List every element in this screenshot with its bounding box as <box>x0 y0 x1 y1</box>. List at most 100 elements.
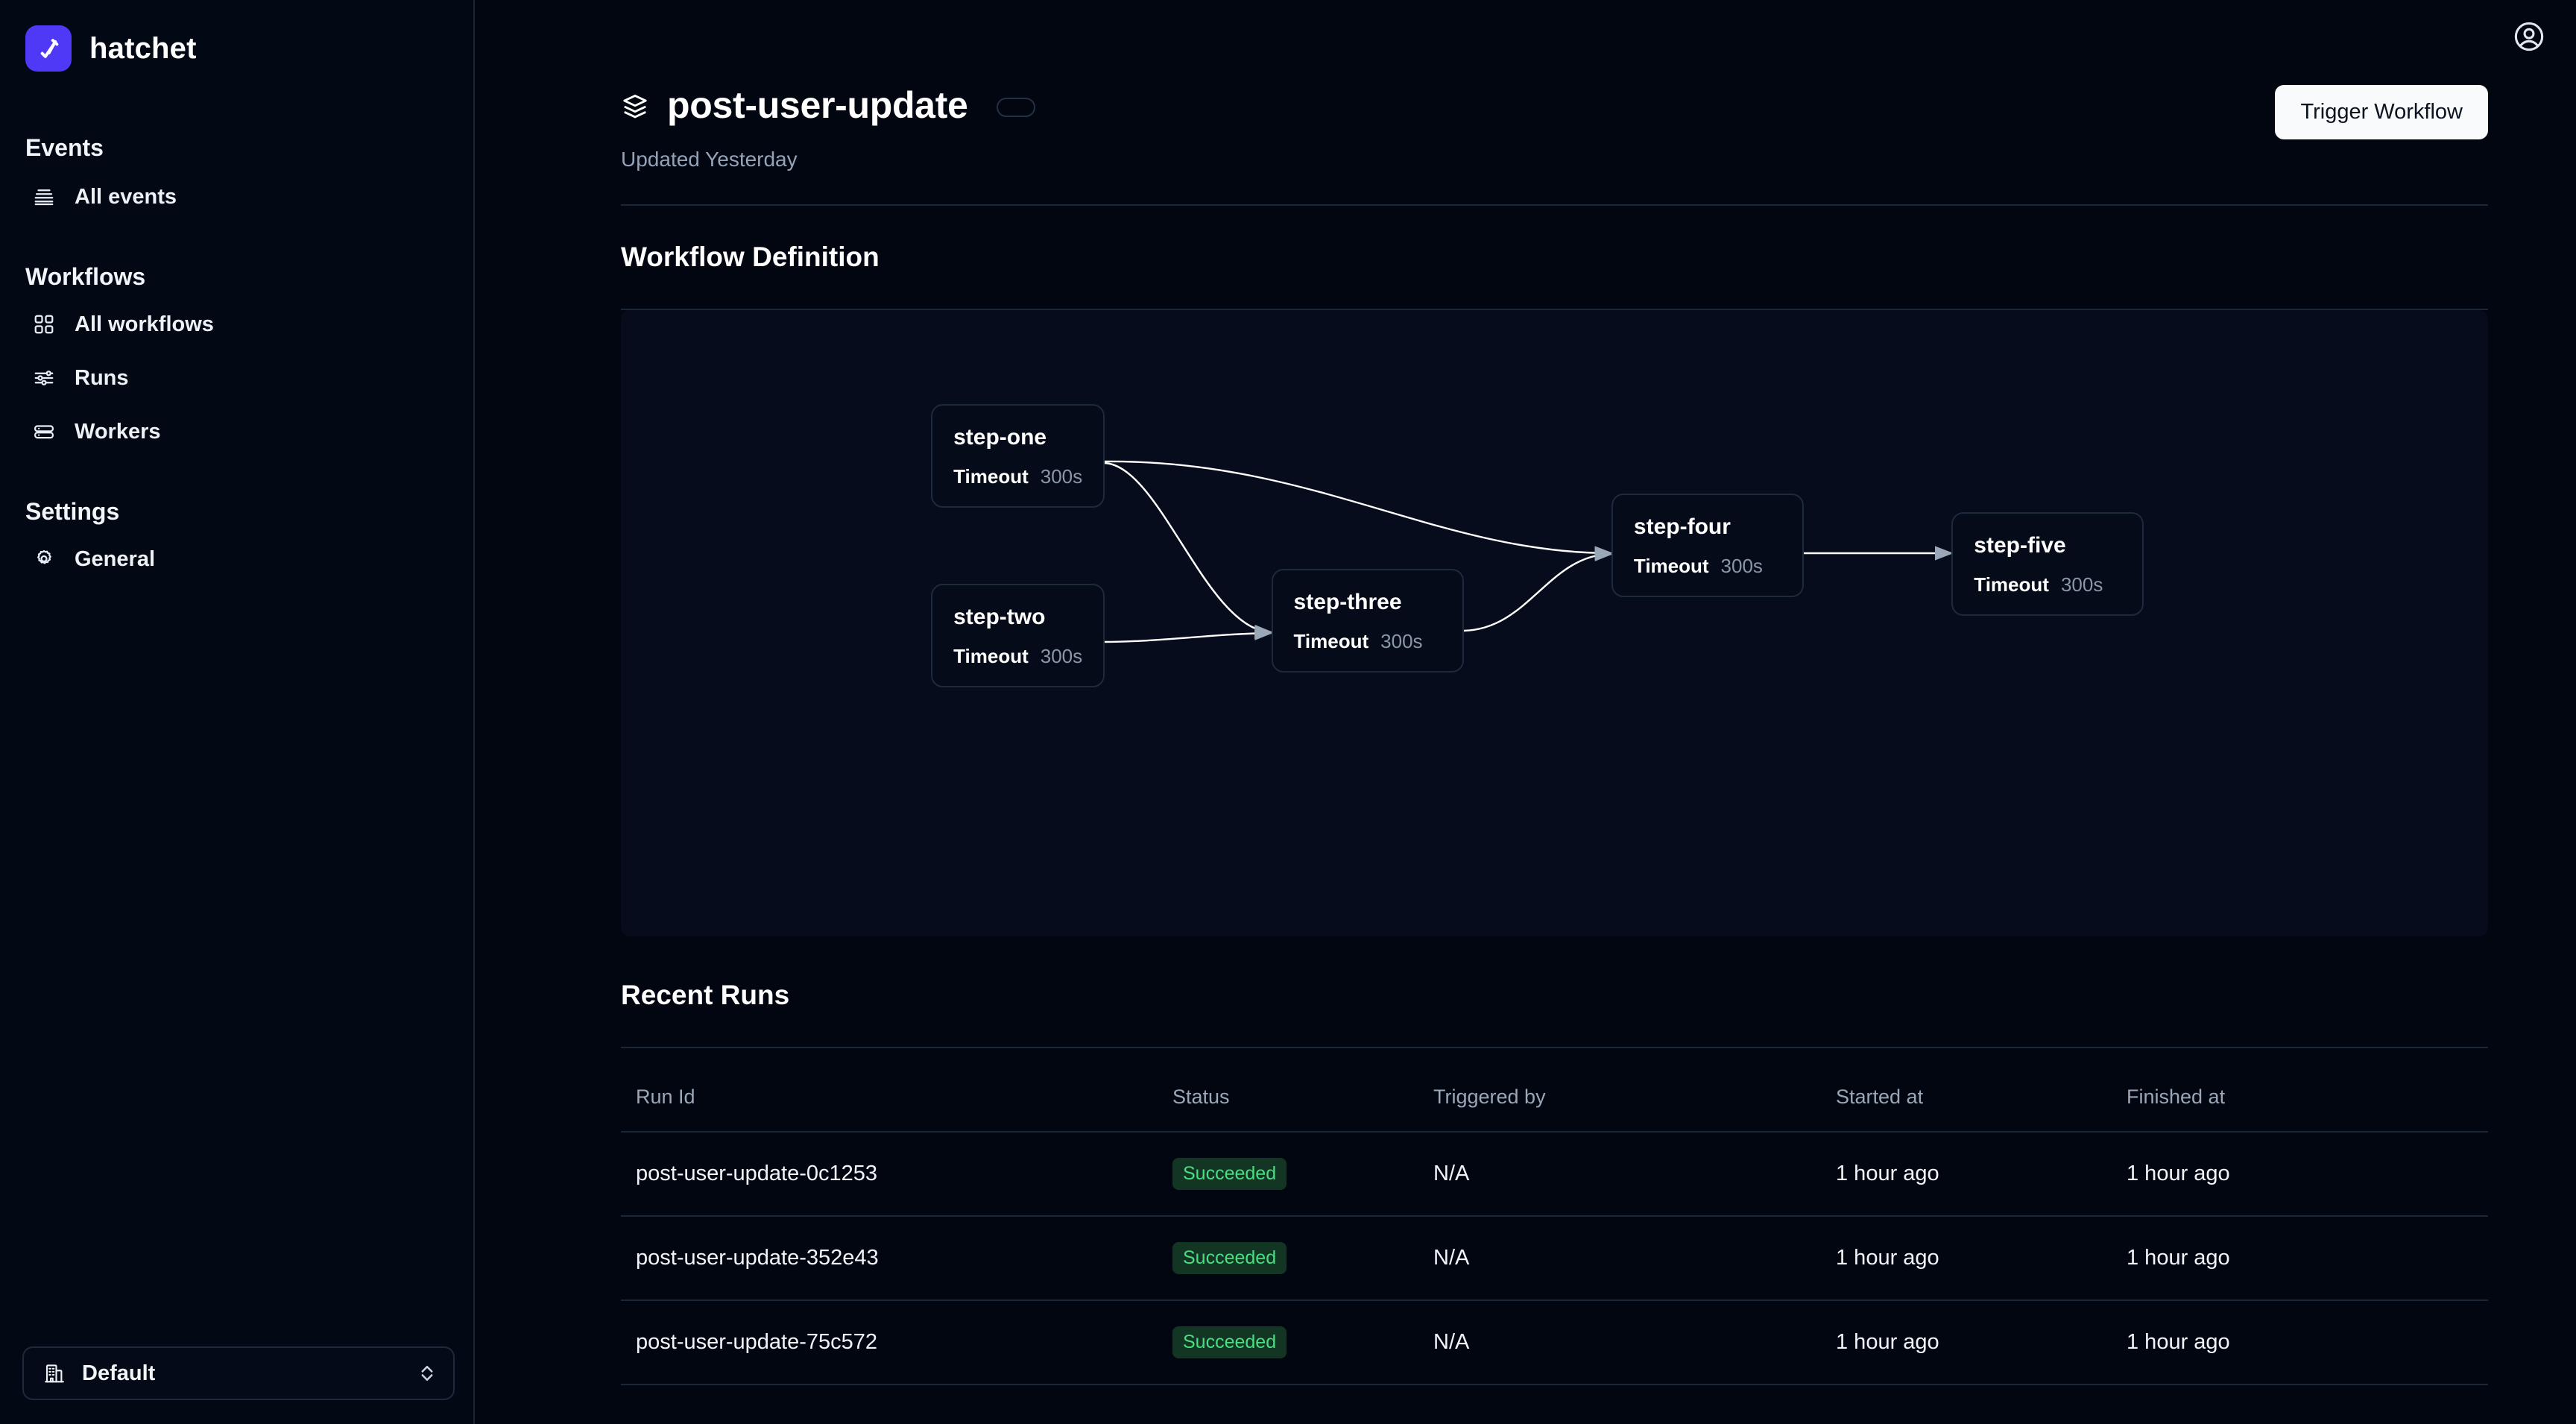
chevron-up-down-icon <box>416 1362 434 1384</box>
sidebar-item-label: All events <box>75 184 177 209</box>
sidebar-item-label: Workers <box>75 419 161 444</box>
main-content: post-user-update Updated Yesterday Trigg… <box>475 0 2576 1424</box>
cell-triggered-by: N/A <box>1433 1300 1836 1385</box>
cell-run-id: post-user-update-0c1253 <box>621 1132 1172 1217</box>
sidebar-item-runs[interactable]: Runs <box>18 358 455 398</box>
table-header-row: Run Id Status Triggered by Started at Fi… <box>621 1074 2488 1132</box>
column-header-started-at[interactable]: Started at <box>1836 1074 2127 1132</box>
status-badge <box>996 98 1035 117</box>
workflow-node[interactable]: step-four Timeout 300s <box>1611 494 1805 597</box>
table-row[interactable]: post-user-update-0c1253 Succeeded N/A 1 … <box>621 1132 2488 1217</box>
table-row[interactable]: post-user-update-352e43 Succeeded N/A 1 … <box>621 1216 2488 1301</box>
node-timeout-value: 300s <box>1040 465 1083 488</box>
node-timeout-label: Timeout <box>1293 630 1369 652</box>
divider-top <box>621 204 2488 206</box>
app-root: hatchet Events All events Workflows All … <box>0 0 2576 1424</box>
cell-run-id: post-user-update-352e43 <box>621 1216 1172 1301</box>
brand-name: hatchet <box>89 31 197 65</box>
sidebar-item-all-events[interactable]: All events <box>18 177 455 217</box>
nav-group-workflows-title: Workflows <box>25 263 146 290</box>
node-timeout-label: Timeout <box>1633 555 1709 577</box>
section-title-workflow-definition: Workflow Definition <box>621 242 880 272</box>
org-switcher-label: Default <box>82 1361 156 1385</box>
trigger-workflow-button[interactable]: Trigger Workflow <box>2275 85 2488 139</box>
column-header-triggered-by[interactable]: Triggered by <box>1433 1074 1836 1132</box>
status-badge: Succeeded <box>1172 1158 1287 1190</box>
node-timeout: Timeout 300s <box>953 645 1082 668</box>
workflow-node[interactable]: step-five Timeout 300s <box>1951 512 2144 616</box>
node-timeout: Timeout 300s <box>1974 573 2121 596</box>
cell-triggered-by: N/A <box>1433 1132 1836 1217</box>
sidebar-item-all-workflows[interactable]: All workflows <box>18 304 455 344</box>
server-icon <box>33 420 55 443</box>
status-badge: Succeeded <box>1172 1242 1287 1274</box>
table-head: Run Id Status Triggered by Started at Fi… <box>621 1074 2488 1132</box>
node-timeout-value: 300s <box>1380 630 1423 652</box>
workflow-definition-canvas[interactable]: step-one Timeout 300s step-two Timeout 300… <box>621 310 2488 936</box>
cell-finished-at: 1 hour ago <box>2127 1216 2488 1301</box>
node-title: step-three <box>1293 590 1402 614</box>
page-title: post-user-update <box>667 84 968 126</box>
content-area: post-user-update Updated Yesterday Trigg… <box>475 84 2576 1385</box>
cell-run-id: post-user-update-75c572 <box>621 1300 1172 1385</box>
nav-group-events-title: Events <box>25 134 104 161</box>
sidebar-item-general[interactable]: General <box>18 539 455 579</box>
workflow-edges <box>1103 460 1954 643</box>
node-title: step-five <box>1974 533 2066 558</box>
node-timeout: Timeout 300s <box>1634 555 1781 578</box>
node-timeout-label: Timeout <box>953 645 1029 667</box>
sidebar: hatchet Events All events Workflows All … <box>0 0 475 1424</box>
node-title: step-two <box>953 605 1046 629</box>
page-header-left: post-user-update Updated Yesterday <box>621 84 1035 171</box>
column-header-finished-at[interactable]: Finished at <box>2127 1074 2488 1132</box>
cell-started-at: 1 hour ago <box>1836 1216 2127 1301</box>
recent-runs-table: Run Id Status Triggered by Started at Fi… <box>621 1074 2488 1385</box>
workflow-node[interactable]: step-two Timeout 300s <box>931 584 1105 687</box>
table-body: post-user-update-0c1253 Succeeded N/A 1 … <box>621 1132 2488 1385</box>
cell-finished-at: 1 hour ago <box>2127 1300 2488 1385</box>
cell-started-at: 1 hour ago <box>1836 1132 2127 1217</box>
node-title: step-four <box>1633 514 1731 539</box>
node-timeout-value: 300s <box>2060 573 2103 596</box>
divider-recent-runs <box>621 1047 2488 1048</box>
user-circle-icon[interactable] <box>2512 19 2546 54</box>
page-header: post-user-update Updated Yesterday Trigg… <box>621 84 2488 171</box>
node-timeout-value: 300s <box>1720 555 1763 577</box>
brand[interactable]: hatchet <box>0 0 473 72</box>
cell-triggered-by: N/A <box>1433 1216 1836 1301</box>
topbar <box>475 0 2576 84</box>
gear-icon <box>33 548 55 570</box>
node-timeout-value: 300s <box>1040 645 1083 667</box>
cell-status: Succeeded <box>1172 1132 1433 1217</box>
title-row: post-user-update <box>621 84 1035 127</box>
node-timeout-label: Timeout <box>953 465 1029 488</box>
column-header-run-id[interactable]: Run Id <box>621 1074 1172 1132</box>
table-row[interactable]: post-user-update-75c572 Succeeded N/A 1 … <box>621 1300 2488 1385</box>
grid-icon <box>33 313 55 335</box>
status-badge: Succeeded <box>1172 1326 1287 1358</box>
sliders-icon <box>33 367 55 389</box>
node-title: step-one <box>953 425 1047 450</box>
updated-text: Updated Yesterday <box>621 148 798 171</box>
node-timeout: Timeout 300s <box>953 465 1082 488</box>
layers-stack-icon <box>621 92 649 121</box>
cell-status: Succeeded <box>1172 1216 1433 1301</box>
workflow-node[interactable]: step-three Timeout 300s <box>1271 569 1464 672</box>
sidebar-item-label: All workflows <box>75 312 214 336</box>
nav-group-settings-title: Settings <box>25 498 120 525</box>
cell-status: Succeeded <box>1172 1300 1433 1385</box>
workflow-node[interactable]: step-one Timeout 300s <box>931 404 1105 508</box>
section-title-recent-runs: Recent Runs <box>621 980 790 1010</box>
org-switcher[interactable]: Default <box>22 1346 455 1400</box>
column-header-status[interactable]: Status <box>1172 1074 1433 1132</box>
node-timeout: Timeout 300s <box>1294 630 1442 653</box>
sidebar-item-label: Runs <box>75 365 129 390</box>
node-timeout-label: Timeout <box>1974 573 2049 596</box>
sidebar-item-workers[interactable]: Workers <box>18 412 455 452</box>
hatchet-logo-icon <box>25 25 72 72</box>
list-icon <box>33 186 55 208</box>
cell-started-at: 1 hour ago <box>1836 1300 2127 1385</box>
building-icon <box>43 1362 66 1384</box>
cell-finished-at: 1 hour ago <box>2127 1132 2488 1217</box>
sidebar-item-label: General <box>75 546 155 571</box>
